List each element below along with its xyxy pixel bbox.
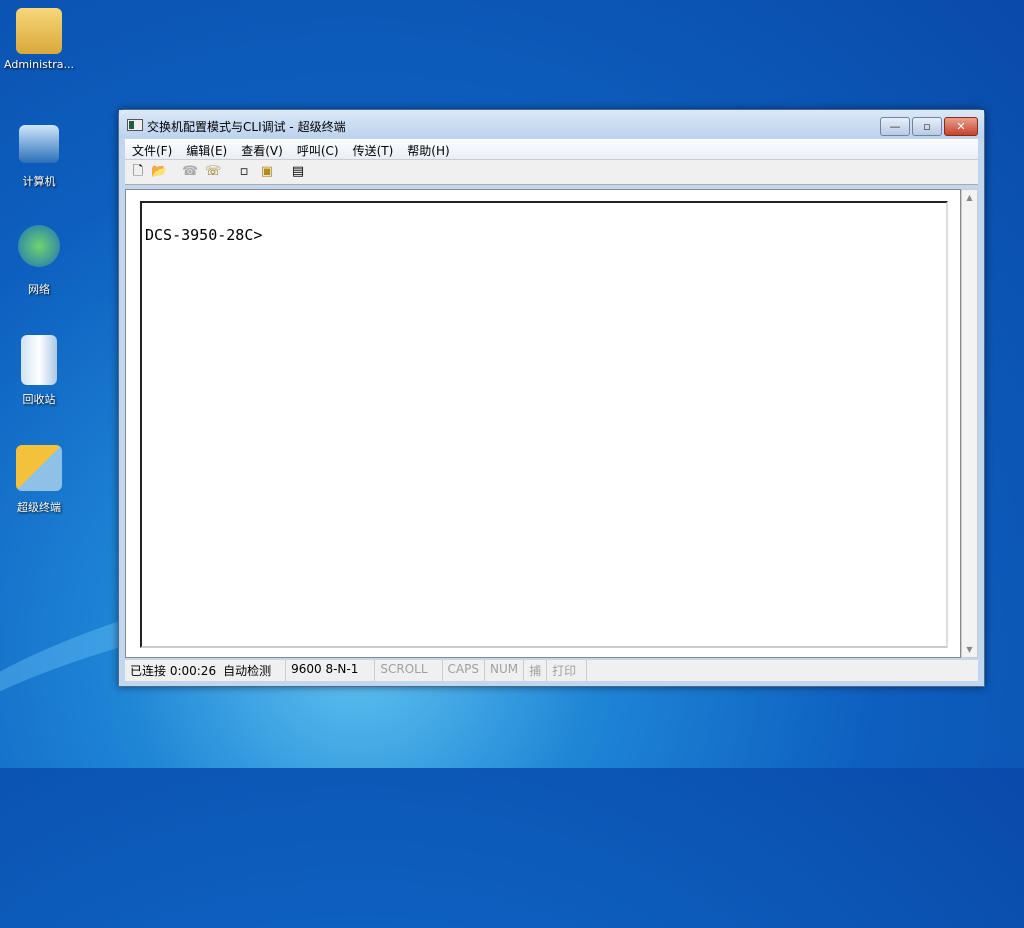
hyperterminal-icon — [16, 445, 62, 491]
menu-file[interactable]: 文件(F) — [125, 139, 179, 159]
status-print: 打印 — [547, 660, 588, 681]
hyperterminal-window: 交换机配置模式与CLI调试 - 超级终端 — ▫ ✕ 文件(F) 编辑(E) 查… — [118, 109, 985, 687]
desktop-icon-hyperterminal[interactable]: 超级终端 — [0, 445, 78, 515]
status-connected: 已连接 0:00:26 — [130, 664, 217, 678]
status-caps: CAPS — [443, 660, 485, 681]
scroll-down-arrow-icon[interactable]: ▼ — [962, 645, 977, 654]
terminal-area[interactable]: DCS-3950-28C> — [125, 189, 961, 658]
scroll-up-arrow-icon[interactable]: ▲ — [962, 193, 977, 202]
user-folder-icon — [16, 8, 62, 54]
toolbar: 🗋 📂 ☎ ☏ ▫ ▣ ▤ — [125, 159, 978, 185]
maximize-button[interactable]: ▫ — [912, 117, 942, 136]
icon-label: 计算机 — [22, 175, 56, 188]
receive-icon[interactable]: ▣ — [259, 164, 275, 180]
window-title: 交换机配置模式与CLI调试 - 超级终端 — [147, 120, 346, 134]
desktop-icon-computer[interactable]: 计算机 — [0, 125, 78, 189]
network-globe-icon — [18, 225, 60, 267]
properties-icon[interactable]: ▤ — [290, 164, 306, 180]
computer-icon — [19, 125, 59, 163]
vertical-scrollbar[interactable]: ▲ ▼ — [961, 189, 978, 658]
recycle-bin-icon — [21, 335, 57, 385]
menu-view[interactable]: 查看(V) — [234, 139, 290, 159]
title-bar[interactable]: 交换机配置模式与CLI调试 - 超级终端 — ▫ ✕ — [119, 110, 984, 138]
menu-edit[interactable]: 编辑(E) — [179, 139, 234, 159]
disconnect-icon[interactable]: ☏ — [205, 164, 221, 180]
icon-label: 超级终端 — [17, 501, 61, 514]
status-bar: 已连接 0:00:26 自动检测 9600 8-N-1 SCROLL CAPS … — [125, 660, 978, 681]
status-capture: 捕 — [524, 660, 548, 681]
close-button[interactable]: ✕ — [944, 117, 978, 136]
status-scroll: SCROLL — [375, 660, 443, 681]
new-icon[interactable]: 🗋 — [130, 164, 146, 180]
menu-transfer[interactable]: 传送(T) — [346, 139, 401, 159]
status-port: 9600 8-N-1 — [286, 660, 376, 681]
status-num: NUM — [485, 660, 525, 681]
desktop-icon-network[interactable]: 网络 — [0, 225, 78, 297]
icon-label: 回收站 — [22, 393, 56, 406]
menu-help[interactable]: 帮助(H) — [400, 139, 456, 159]
app-icon — [127, 119, 143, 131]
icon-label: Administra... — [4, 58, 74, 71]
terminal-prompt: DCS-3950-28C> — [145, 226, 263, 244]
desktop-icon-administrator[interactable]: Administra... — [0, 8, 78, 71]
call-icon[interactable]: ☎ — [182, 164, 198, 180]
status-detect: 自动检测 — [218, 660, 287, 681]
terminal-screen[interactable]: DCS-3950-28C> — [140, 201, 948, 648]
open-icon[interactable]: 📂 — [151, 164, 167, 180]
minimize-button[interactable]: — — [880, 117, 910, 136]
menu-call[interactable]: 呼叫(C) — [290, 139, 346, 159]
menu-bar: 文件(F) 编辑(E) 查看(V) 呼叫(C) 传送(T) 帮助(H) — [125, 139, 978, 159]
icon-label: 网络 — [28, 283, 50, 296]
send-icon[interactable]: ▫ — [236, 164, 252, 180]
desktop-icon-recycle-bin[interactable]: 回收站 — [0, 335, 78, 407]
